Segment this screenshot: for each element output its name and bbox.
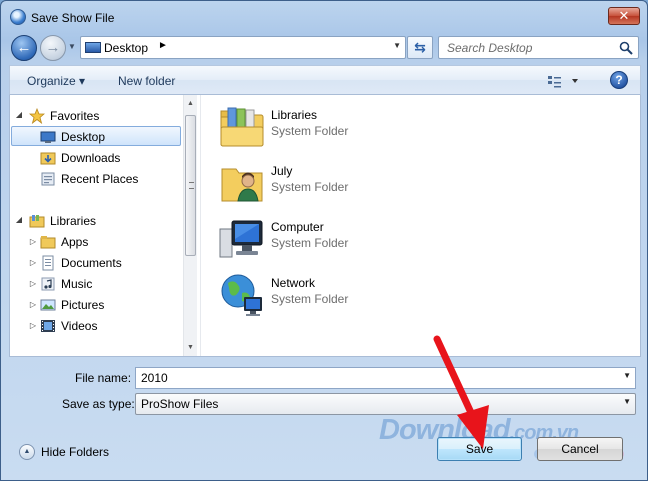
expand-documents-icon[interactable]: ▷ bbox=[28, 253, 38, 273]
pane-splitter[interactable] bbox=[197, 95, 201, 356]
breadcrumb-chevron-icon[interactable]: ► bbox=[158, 40, 168, 51]
network-icon bbox=[221, 274, 262, 316]
new-folder-button[interactable]: New folder bbox=[118, 74, 175, 88]
help-button[interactable]: ? bbox=[610, 71, 628, 89]
sidebar-item-music[interactable]: Music bbox=[40, 274, 180, 294]
navigation-pane: ◢ Favorites Desktop Downloads Recent Pla… bbox=[10, 95, 183, 356]
browser-panes: ◢ Favorites Desktop Downloads Recent Pla… bbox=[9, 95, 641, 357]
desktop-icon bbox=[40, 131, 56, 143]
list-item-libraries[interactable]: Libraries System Folder bbox=[218, 103, 418, 155]
save-as-type-select[interactable]: ProShow Files ▼ bbox=[135, 393, 636, 415]
forward-button[interactable]: → bbox=[40, 35, 66, 61]
file-type: System Folder bbox=[271, 124, 349, 138]
sidebar-item-label: Recent Places bbox=[61, 172, 139, 186]
computer-icon bbox=[219, 220, 263, 258]
save-button[interactable]: Save bbox=[437, 437, 522, 461]
list-item-network[interactable]: Network System Folder bbox=[218, 271, 418, 323]
file-type: System Folder bbox=[271, 180, 349, 194]
close-button[interactable]: ✕ bbox=[608, 7, 640, 25]
search-input[interactable]: Search Desktop bbox=[438, 36, 639, 59]
address-bar[interactable]: Desktop ► ▼ bbox=[80, 36, 406, 59]
expand-favorites-icon[interactable]: ◢ bbox=[14, 105, 24, 125]
address-dropdown-icon[interactable]: ▼ bbox=[393, 41, 401, 50]
scrollbar-thumb[interactable] bbox=[185, 115, 196, 256]
search-placeholder: Search Desktop bbox=[447, 41, 533, 55]
documents-icon bbox=[42, 255, 54, 271]
file-name-value[interactable]: 2010 bbox=[141, 371, 168, 385]
sidebar-item-documents[interactable]: Documents bbox=[40, 253, 180, 273]
star-icon bbox=[29, 108, 45, 124]
expand-music-icon[interactable]: ▷ bbox=[28, 274, 38, 294]
desktop-icon bbox=[85, 42, 101, 53]
file-name-field[interactable]: 2010 ▼ bbox=[135, 367, 636, 389]
sidebar-item-label: Documents bbox=[61, 256, 122, 270]
expand-pictures-icon[interactable]: ▷ bbox=[28, 295, 38, 315]
save-as-type-label: Save as type: bbox=[62, 397, 135, 411]
window-title: Save Show File bbox=[31, 11, 115, 25]
change-view-icon[interactable] bbox=[546, 73, 580, 89]
chevron-down-icon[interactable]: ▼ bbox=[623, 397, 631, 406]
user-folder-icon bbox=[221, 168, 263, 202]
expand-videos-icon[interactable]: ▷ bbox=[28, 316, 38, 336]
videos-icon bbox=[41, 320, 55, 332]
sidebar-item-label: Downloads bbox=[61, 151, 121, 165]
save-as-type-value: ProShow Files bbox=[141, 397, 219, 411]
sidebar-item-pictures[interactable]: Pictures bbox=[40, 295, 180, 315]
address-path[interactable]: Desktop bbox=[104, 41, 148, 55]
list-item-july[interactable]: July System Folder bbox=[218, 159, 418, 211]
sidebar-item-label: Favorites bbox=[50, 109, 100, 123]
sidebar-item-label: Videos bbox=[61, 319, 98, 333]
sidebar-item-label: Libraries bbox=[50, 214, 97, 228]
chevron-down-icon[interactable]: ▼ bbox=[623, 371, 631, 380]
file-type: System Folder bbox=[271, 292, 349, 306]
title-bar: Save Show File ✕ bbox=[1, 1, 647, 33]
file-type: System Folder bbox=[271, 236, 349, 250]
sidebar-item-label: Desktop bbox=[61, 130, 106, 144]
file-name: Libraries bbox=[271, 108, 318, 122]
back-button[interactable]: ← bbox=[11, 35, 37, 61]
recent-pages-dropdown[interactable]: ▼ bbox=[67, 40, 77, 54]
music-icon bbox=[41, 277, 55, 291]
file-name: July bbox=[271, 164, 293, 178]
file-name: Computer bbox=[271, 220, 324, 234]
app-icon bbox=[10, 9, 26, 25]
sidebar-item-desktop[interactable]: Desktop bbox=[11, 126, 181, 146]
refresh-button[interactable]: ⇆ bbox=[407, 36, 433, 59]
sidebar-item-label: Pictures bbox=[61, 298, 105, 312]
pictures-icon bbox=[40, 299, 56, 311]
chevron-up-icon: ▲ bbox=[19, 444, 35, 460]
sidebar-item-downloads[interactable]: Downloads bbox=[40, 148, 180, 168]
sidebar-item-favorites[interactable]: Favorites bbox=[29, 106, 169, 126]
scroll-down-icon[interactable]: ▼ bbox=[184, 341, 197, 354]
command-bar: Organize ▾ New folder ? bbox=[9, 65, 641, 95]
search-icon[interactable] bbox=[618, 40, 634, 56]
libraries-icon bbox=[220, 107, 264, 147]
sidebar-item-apps[interactable]: Apps bbox=[40, 232, 180, 252]
sidebar-item-libraries[interactable]: Libraries bbox=[29, 211, 169, 231]
list-item-computer[interactable]: Computer System Folder bbox=[218, 215, 418, 267]
recent-places-icon bbox=[41, 172, 55, 186]
sidebar-item-label: Apps bbox=[61, 235, 89, 249]
sidebar-item-recent-places[interactable]: Recent Places bbox=[40, 169, 180, 189]
libraries-icon bbox=[29, 215, 45, 228]
save-show-file-dialog: Save Show File ✕ ← → ▼ Desktop ► ▼ ⇆ Sea… bbox=[0, 0, 648, 481]
expand-apps-icon[interactable]: ▷ bbox=[28, 232, 38, 252]
navigation-pane-scrollbar[interactable]: ▲ ▼ bbox=[183, 95, 197, 356]
organize-menu[interactable]: Organize ▾ bbox=[27, 74, 85, 88]
downloads-folder-icon bbox=[40, 152, 56, 165]
cancel-button[interactable]: Cancel bbox=[537, 437, 623, 461]
sidebar-item-label: Music bbox=[61, 277, 93, 291]
file-name: Network bbox=[271, 276, 316, 290]
sidebar-item-videos[interactable]: Videos bbox=[40, 316, 180, 336]
hide-folders-label: Hide Folders bbox=[41, 445, 110, 459]
file-name-label: File name: bbox=[75, 371, 132, 385]
apps-folder-icon bbox=[40, 236, 56, 249]
expand-libraries-icon[interactable]: ◢ bbox=[14, 210, 24, 230]
scroll-up-icon[interactable]: ▲ bbox=[184, 97, 197, 110]
